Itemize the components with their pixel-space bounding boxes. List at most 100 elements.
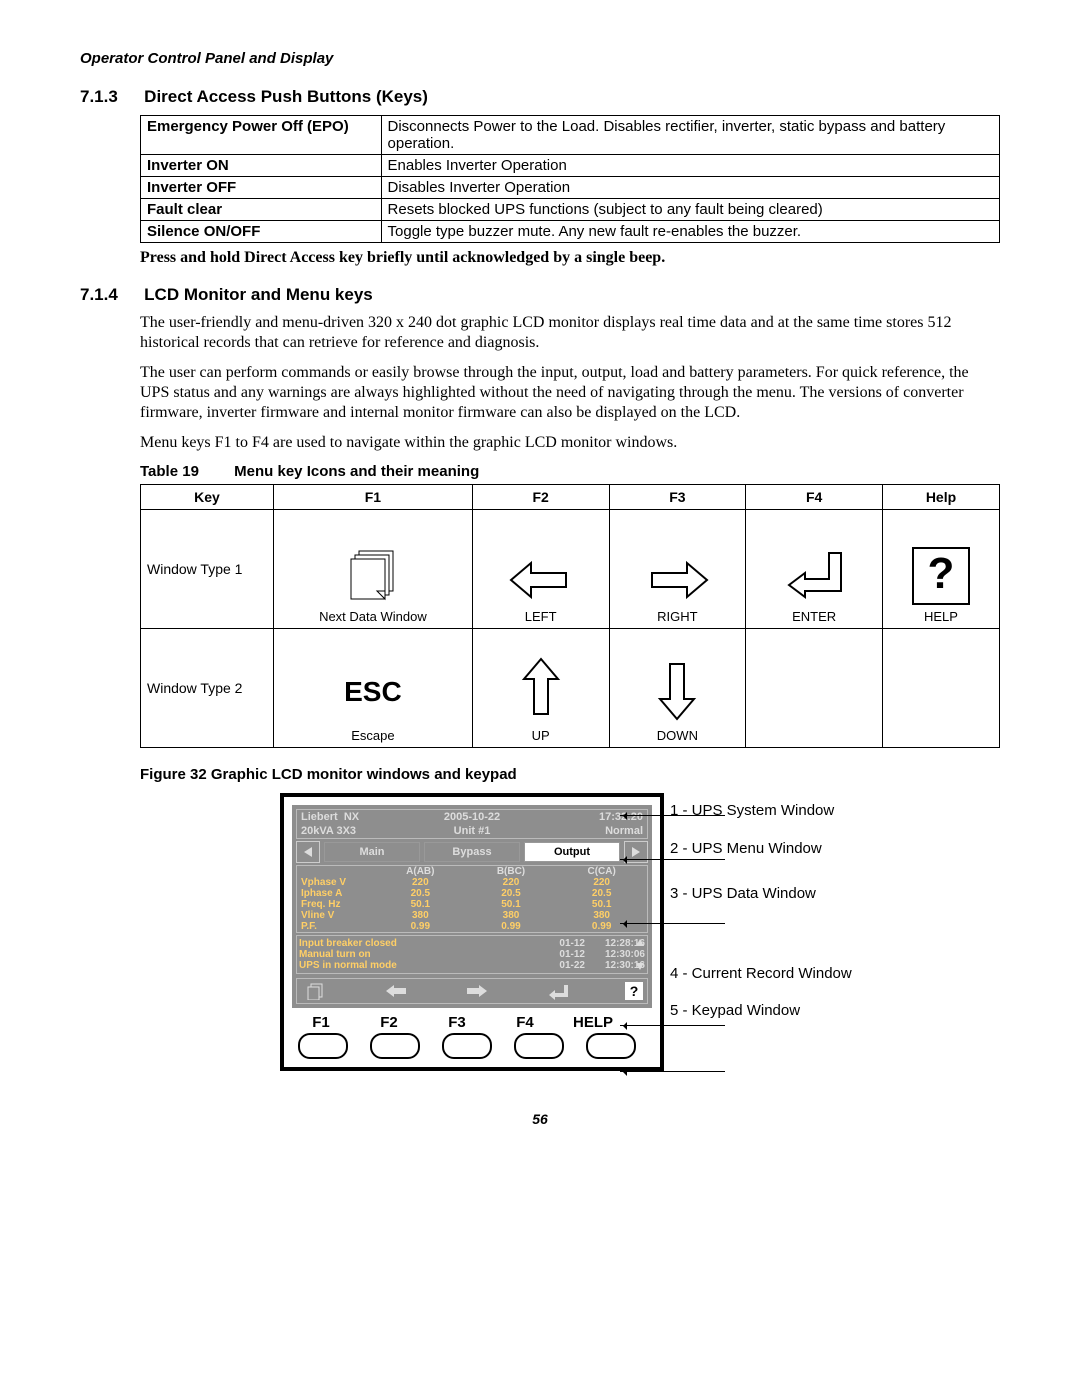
paragraph: The user can perform commands or easily … (140, 363, 1000, 423)
key-f2-button[interactable] (370, 1033, 420, 1059)
callout-4: 4 - Current Record Window (670, 964, 852, 984)
row-window-type-1: Window Type 1 (141, 510, 274, 629)
lcd-monitor: Liebert NX 2005-10-22 17:32:20 20kVA 3X3… (280, 793, 664, 1071)
col-key: Key (141, 485, 274, 510)
callout-2: 2 - UPS Menu Window (670, 839, 852, 859)
lcd-model: NX (344, 811, 359, 823)
ups-menu-window: Main Bypass Output (296, 841, 648, 863)
data-row-label: P.F. (297, 921, 375, 932)
record-text: UPS in normal mode (299, 960, 539, 971)
record-time: 12:30:06 (585, 949, 645, 960)
paragraph: Menu keys F1 to F4 are used to navigate … (140, 433, 1000, 453)
empty-cell (882, 629, 999, 748)
key-f4-label: F4 (502, 1014, 548, 1031)
question-mark-icon: ? (912, 547, 970, 605)
empty-cell (746, 629, 883, 748)
figure-32-caption: Figure 32 Graphic LCD monitor windows an… (140, 766, 1000, 783)
keypad-right-icon[interactable] (463, 981, 491, 1001)
callout-3: 3 - UPS Data Window (670, 884, 852, 904)
triangle-left-icon (302, 846, 314, 858)
lcd-brand: Liebert (301, 811, 338, 823)
icon-label: UP (532, 728, 550, 743)
record-date: 01-12 (539, 949, 585, 960)
table-caption-text: Menu key Icons and their meaning (234, 463, 479, 480)
key-desc: Enables Inverter Operation (381, 155, 999, 177)
hold-key-note: Press and hold Direct Access key briefly… (140, 249, 1000, 267)
ups-system-window: Liebert NX 2005-10-22 17:32:20 20kVA 3X3… (296, 809, 648, 839)
up-arrow-icon (516, 654, 566, 724)
col-f3: F3 (609, 485, 746, 510)
key-name: Inverter OFF (141, 177, 382, 199)
data-cell: 50.1 (375, 899, 466, 910)
keypad-window: ? (296, 978, 648, 1004)
key-desc: Disconnects Power to the Load. Disables … (381, 116, 999, 155)
data-cell: 20.5 (466, 888, 557, 899)
key-name: Emergency Power Off (EPO) (141, 116, 382, 155)
key-f3-label: F3 (434, 1014, 480, 1031)
key-f4-button[interactable] (514, 1033, 564, 1059)
physical-keypad-buttons (298, 1033, 652, 1059)
keypad-pages-icon[interactable] (301, 981, 329, 1001)
key-f2-label: F2 (366, 1014, 412, 1031)
table-19-caption: Table 19 Menu key Icons and their meanin… (140, 463, 1000, 480)
scroll-up-icon[interactable] (635, 938, 645, 948)
left-arrow-icon (506, 555, 576, 605)
data-cell: 380 (466, 910, 557, 921)
lcd-status: Normal (530, 824, 647, 838)
key-f3-button[interactable] (442, 1033, 492, 1059)
section-7-1-3: 7.1.3 Direct Access Push Buttons (Keys) (80, 87, 1000, 107)
triangle-right-icon (630, 846, 642, 858)
data-cell: 20.5 (375, 888, 466, 899)
col-help: Help (882, 485, 999, 510)
tab-main[interactable]: Main (324, 842, 420, 862)
scroll-down-icon[interactable] (635, 961, 645, 971)
menu-left-button[interactable] (296, 841, 320, 863)
record-text: Manual turn on (299, 949, 539, 960)
menu-key-icons-table: Key F1 F2 F3 F4 Help Window Type 1 Next … (140, 484, 1000, 748)
key-help-button[interactable] (586, 1033, 636, 1059)
icon-label: HELP (924, 609, 958, 624)
data-cell: 380 (556, 910, 647, 921)
icon-label: Escape (351, 728, 394, 743)
data-cell: 380 (375, 910, 466, 921)
callout-1: 1 - UPS System Window (670, 801, 852, 821)
enter-arrow-icon (779, 545, 849, 605)
data-cell: 220 (375, 877, 466, 888)
icon-label: Next Data Window (319, 609, 427, 624)
data-row-label: Iphase A (297, 888, 375, 899)
section-title: LCD Monitor and Menu keys (144, 285, 373, 304)
keypad-help-icon[interactable]: ? (625, 982, 643, 1000)
section-number: 7.1.4 (80, 285, 140, 305)
lcd-unit: Unit #1 (414, 824, 531, 838)
icon-label: ENTER (792, 609, 836, 624)
col-f1: F1 (274, 485, 473, 510)
section-7-1-4: 7.1.4 LCD Monitor and Menu keys (80, 285, 1000, 305)
lcd-time: 17:32:20 (530, 810, 647, 824)
data-row-label: Freq. Hz (297, 899, 375, 910)
record-text: Input breaker closed (299, 938, 539, 949)
page-number: 56 (80, 1111, 1000, 1127)
key-desc: Toggle type buzzer mute. Any new fault r… (381, 221, 999, 243)
ups-data-window: A(AB) B(BC) C(CA) Vphase V 220 220 220 I… (296, 865, 648, 933)
key-f1-button[interactable] (298, 1033, 348, 1059)
page-header: Operator Control Panel and Display (80, 50, 1000, 67)
key-desc: Resets blocked UPS functions (subject to… (381, 199, 999, 221)
data-cell: 220 (556, 877, 647, 888)
tab-output[interactable]: Output (524, 842, 620, 862)
data-col: B(BC) (466, 866, 557, 877)
lcd-rating: 20kVA 3X3 (297, 824, 414, 838)
figure-callouts: 1 - UPS System Window 2 - UPS Menu Windo… (670, 801, 852, 1039)
icon-label: RIGHT (657, 609, 697, 624)
tab-bypass[interactable]: Bypass (424, 842, 520, 862)
row-window-type-2: Window Type 2 (141, 629, 274, 748)
esc-text-icon: ESC (344, 676, 402, 708)
data-cell: 20.5 (556, 888, 647, 899)
keypad-enter-icon[interactable] (544, 981, 572, 1001)
physical-keypad-labels: F1 F2 F3 F4 HELP (298, 1014, 652, 1031)
paragraph: The user-friendly and menu-driven 320 x … (140, 313, 1000, 353)
record-date: 01-22 (539, 960, 585, 971)
record-date: 01-12 (539, 938, 585, 949)
col-f4: F4 (746, 485, 883, 510)
keypad-left-icon[interactable] (382, 981, 410, 1001)
data-row-label: Vphase V (297, 877, 375, 888)
